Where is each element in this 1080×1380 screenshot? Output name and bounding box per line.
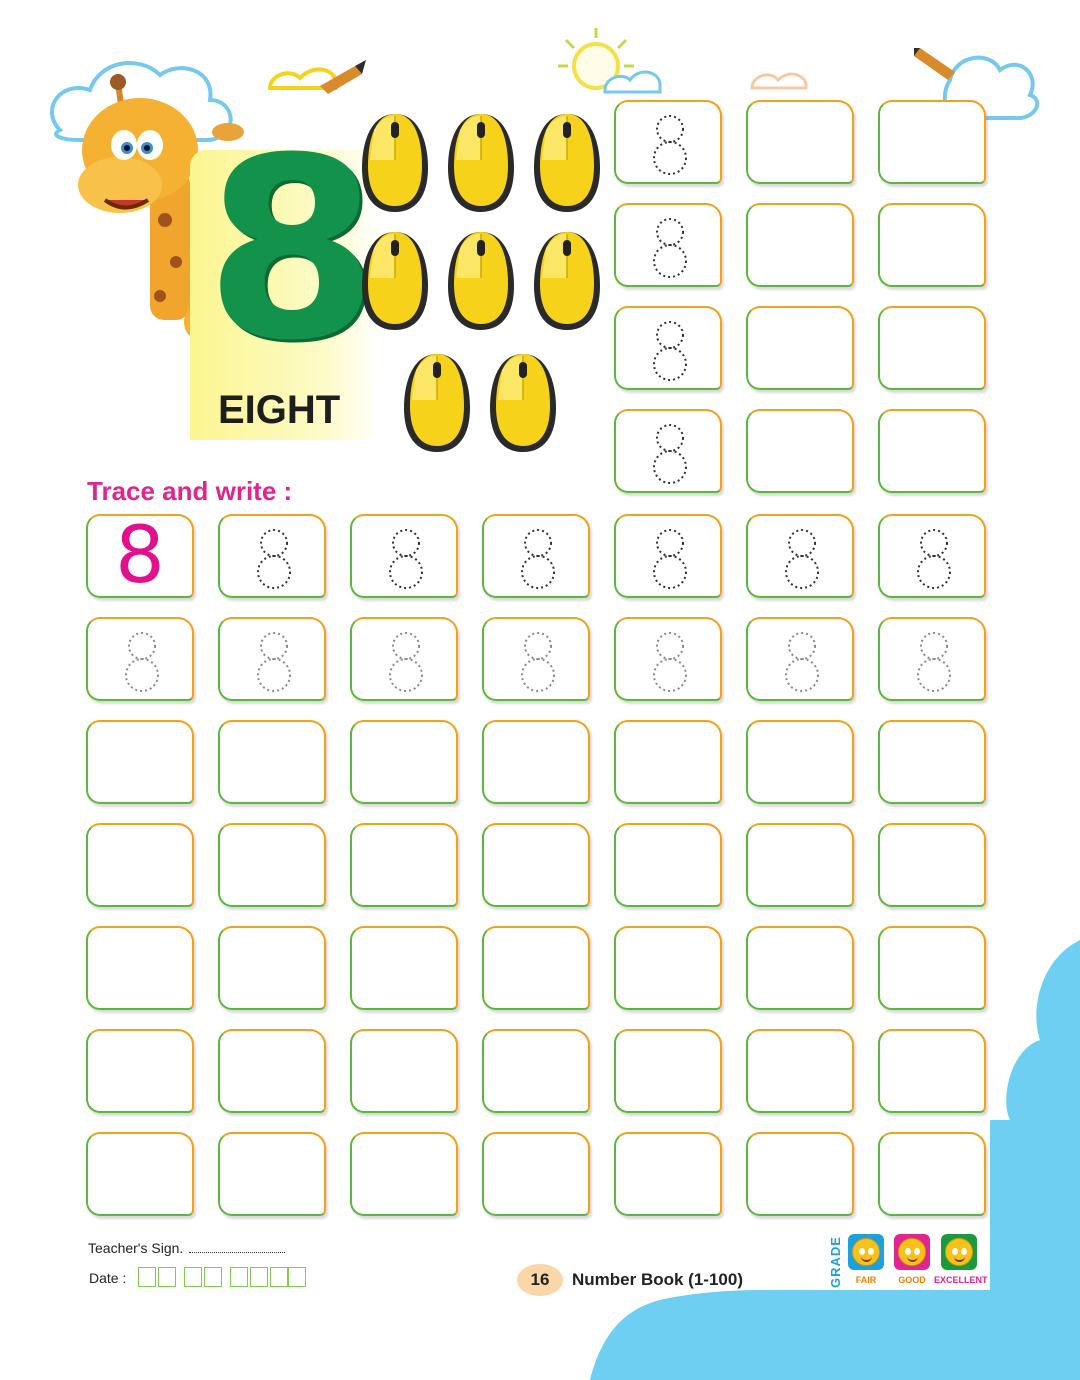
write-box[interactable]	[482, 1029, 590, 1113]
model-digit: 8	[115, 511, 165, 601]
trace-box[interactable]	[746, 617, 854, 701]
write-box[interactable]	[614, 1029, 722, 1113]
write-box[interactable]	[746, 926, 854, 1010]
date-digit-box[interactable]	[270, 1267, 288, 1287]
date-digit-box[interactable]	[184, 1267, 202, 1287]
trace-box[interactable]	[614, 409, 722, 493]
write-box[interactable]	[878, 823, 986, 907]
date-digit-box[interactable]	[138, 1267, 156, 1287]
pencil-icon	[914, 48, 955, 80]
big-number-digit: 8	[205, 104, 379, 395]
write-box[interactable]	[878, 720, 986, 804]
write-box[interactable]	[878, 1029, 986, 1113]
write-box[interactable]	[878, 203, 986, 287]
write-box[interactable]	[878, 1132, 986, 1216]
signature-line[interactable]	[189, 1252, 286, 1253]
trace-box[interactable]	[482, 514, 590, 598]
page-number: 16	[517, 1264, 563, 1296]
trace-box[interactable]	[350, 617, 458, 701]
trace-box[interactable]	[614, 514, 722, 598]
trace-box[interactable]	[878, 514, 986, 598]
write-box[interactable]	[746, 100, 854, 184]
computer-mouse-icon	[446, 110, 516, 214]
write-box[interactable]	[218, 720, 326, 804]
trace-instruction: Trace and write :	[87, 476, 293, 506]
trace-box[interactable]	[218, 514, 326, 598]
write-box[interactable]	[482, 720, 590, 804]
small-cloud	[750, 72, 808, 90]
write-box[interactable]	[350, 720, 458, 804]
computer-mouse-icon	[360, 228, 430, 332]
write-box[interactable]	[350, 1132, 458, 1216]
computer-mouse-icon	[488, 350, 558, 454]
grade-excellent-label: EXCELLENT	[934, 1275, 988, 1285]
write-box[interactable]	[86, 926, 194, 1010]
write-box[interactable]	[218, 926, 326, 1010]
date-digit-box[interactable]	[204, 1267, 222, 1287]
write-box[interactable]	[86, 1029, 194, 1113]
write-box[interactable]	[86, 1132, 194, 1216]
computer-mouse-icon	[446, 228, 516, 332]
date-digit-box[interactable]	[250, 1267, 268, 1287]
write-box[interactable]	[878, 926, 986, 1010]
write-box[interactable]	[86, 823, 194, 907]
write-box[interactable]	[86, 720, 194, 804]
write-box[interactable]	[482, 1132, 590, 1216]
write-box[interactable]	[614, 1132, 722, 1216]
write-box[interactable]	[746, 409, 854, 493]
number-word: EIGHT	[218, 388, 341, 432]
write-box[interactable]	[746, 1029, 854, 1113]
write-box[interactable]	[614, 823, 722, 907]
write-box[interactable]	[614, 720, 722, 804]
trace-box[interactable]	[614, 100, 722, 184]
grade-good-label: GOOD	[898, 1275, 926, 1285]
write-box[interactable]	[878, 306, 986, 390]
write-box[interactable]	[746, 1132, 854, 1216]
write-box[interactable]	[614, 926, 722, 1010]
model-box[interactable]: 8	[86, 514, 194, 598]
grade-excellent-face-icon[interactable]	[941, 1234, 977, 1270]
teacher-sign-label: Teacher's Sign.	[88, 1240, 184, 1256]
book-title: Number Book (1-100)	[572, 1270, 743, 1289]
write-box[interactable]	[746, 306, 854, 390]
write-box[interactable]	[218, 823, 326, 907]
trace-box[interactable]	[614, 617, 722, 701]
computer-mouse-icon	[402, 350, 472, 454]
trace-box[interactable]	[878, 617, 986, 701]
computer-mouse-icon	[532, 228, 602, 332]
date-digit-box[interactable]	[230, 1267, 248, 1287]
write-box[interactable]	[746, 203, 854, 287]
write-box[interactable]	[482, 926, 590, 1010]
write-box[interactable]	[482, 823, 590, 907]
trace-box[interactable]	[614, 203, 722, 287]
write-box[interactable]	[218, 1132, 326, 1216]
write-box[interactable]	[746, 823, 854, 907]
trace-box[interactable]	[614, 306, 722, 390]
write-box[interactable]	[878, 409, 986, 493]
write-box[interactable]	[878, 100, 986, 184]
trace-box[interactable]	[350, 514, 458, 598]
trace-box[interactable]	[746, 514, 854, 598]
teacher-sign-field: Teacher's Sign.	[88, 1240, 286, 1256]
grade-good-face-icon[interactable]	[894, 1234, 930, 1270]
trace-box[interactable]	[218, 617, 326, 701]
trace-box[interactable]	[86, 617, 194, 701]
date-digit-box[interactable]	[288, 1267, 306, 1287]
date-label: Date :	[89, 1270, 127, 1286]
write-box[interactable]	[350, 823, 458, 907]
write-box[interactable]	[350, 1029, 458, 1113]
write-box[interactable]	[350, 926, 458, 1010]
grade-fair-label: FAIR	[855, 1275, 877, 1285]
grade-fair-face-icon[interactable]	[848, 1234, 884, 1270]
write-box[interactable]	[746, 720, 854, 804]
date-digit-box[interactable]	[158, 1267, 176, 1287]
computer-mouse-icon	[360, 110, 430, 214]
computer-mouse-icon	[532, 110, 602, 214]
write-box[interactable]	[218, 1029, 326, 1113]
trace-box[interactable]	[482, 617, 590, 701]
